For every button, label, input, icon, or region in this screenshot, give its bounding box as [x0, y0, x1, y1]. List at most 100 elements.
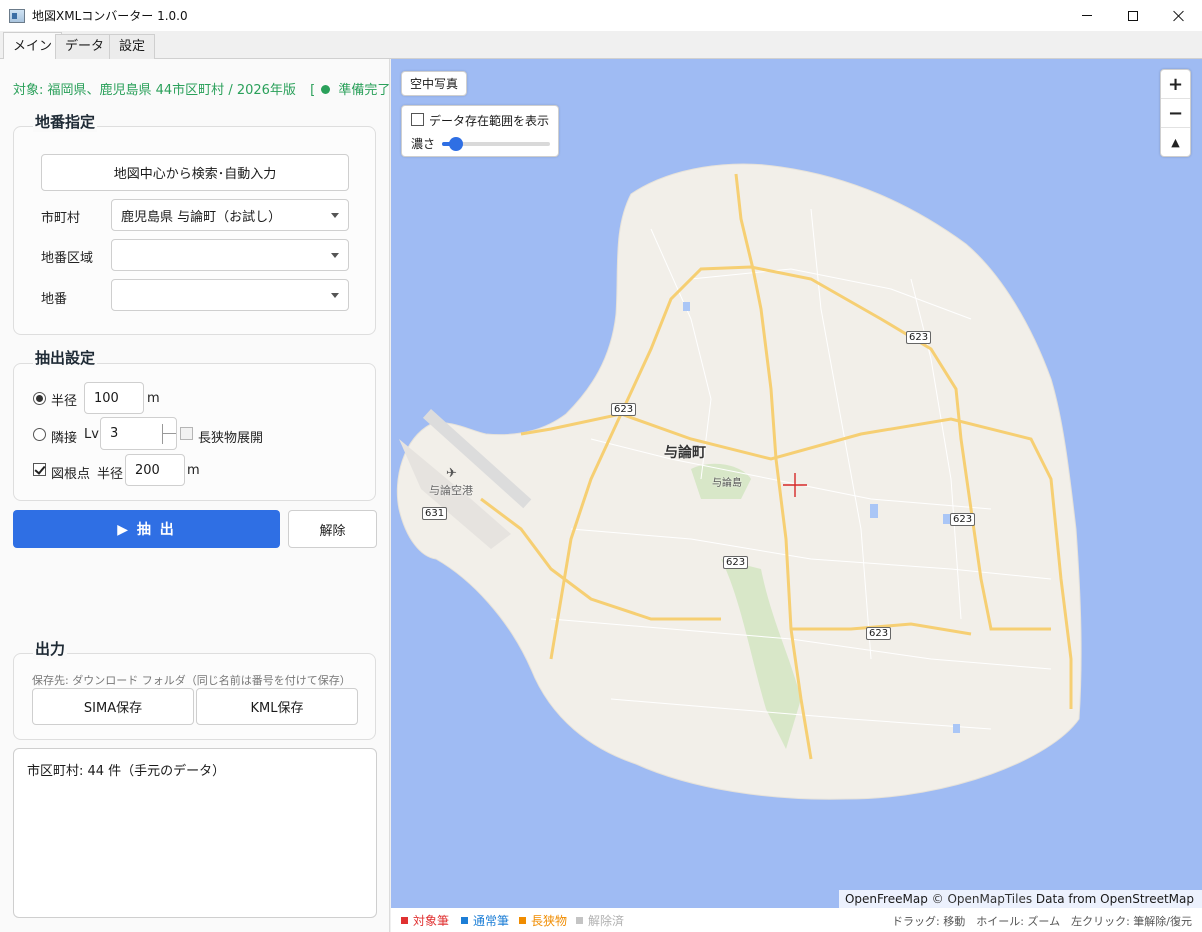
tab-main[interactable]: メイン [3, 32, 63, 60]
control-panel: 対象: 福岡県、鹿児島県 44市区町村 / 2026年版 [ 準備完了 地番指定… [0, 59, 390, 932]
tab-bar: メイン データ 設定 [0, 31, 1202, 60]
chevron-down-icon [331, 293, 339, 298]
ready-indicator-icon [321, 85, 331, 94]
route-shield: 623 [866, 627, 892, 640]
legend-long: 長狭物 [519, 912, 567, 929]
compass-icon[interactable]: ▲ [1161, 128, 1190, 157]
ready-status: 準備完了 [338, 83, 391, 98]
opacity-slider-handle[interactable] [449, 137, 463, 151]
chevron-down-icon [331, 253, 339, 258]
zoom-out-button[interactable]: − [1161, 99, 1190, 128]
extract-button[interactable]: ▶ 抽 出 [13, 510, 280, 548]
route-shield: 623 [611, 403, 637, 416]
close-button[interactable] [1156, 0, 1202, 31]
minimize-icon [1082, 15, 1092, 16]
legend-target: 対象筆 [401, 912, 449, 929]
title-bar: 地図XMLコンバーター 1.0.0 [0, 0, 1202, 31]
adjacent-radio[interactable] [33, 428, 46, 441]
benchmark-radius-input[interactable]: 200 [125, 454, 185, 486]
window-controls [1064, 0, 1202, 31]
level-spinbox[interactable]: 3 [100, 417, 177, 450]
route-shield: 623 [950, 513, 976, 526]
help-text: ドラッグ: 移動 ホイール: ズーム 左クリック: 筆解除/復元 [892, 915, 1192, 928]
aerial-photo-button[interactable]: 空中写真 [401, 71, 467, 96]
zoom-control: + − ▲ [1160, 69, 1191, 157]
log-box: 市区町村: 44 件（手元のデータ） [13, 748, 377, 918]
island-label: 与論島 [712, 478, 742, 489]
long-expand-checkbox[interactable] [180, 427, 193, 440]
town-label: 与論町 [664, 445, 706, 461]
status-line: 対象: 福岡県、鹿児島県 44市区町村 / 2026年版 [ 準備完了 [13, 79, 390, 98]
attribution-openfreemap[interactable]: OpenFreeMap [845, 892, 928, 906]
kml-save-button[interactable]: KML保存 [196, 688, 358, 725]
tab-settings[interactable]: 設定 [109, 34, 156, 60]
legend-swatch-icon [576, 917, 583, 924]
extract-group-title: 抽出設定 [33, 347, 98, 368]
attribution-osm[interactable]: OpenStreetMap [1100, 892, 1194, 906]
legend-normal: 通常筆 [461, 912, 509, 929]
lot-select[interactable] [111, 279, 349, 311]
legend-cleared: 解除済 [576, 912, 624, 929]
legend-swatch-icon [519, 917, 526, 924]
coverage-label: データ存在範囲を表示 [429, 114, 550, 128]
lot-label: 地番 [41, 292, 68, 307]
spin-arrows-icon[interactable] [162, 424, 176, 444]
map-view[interactable]: ✈ 623 623 623 623 623 631 与論町 与論島 与論空港 空… [391, 59, 1202, 908]
radius-radio[interactable] [33, 392, 46, 405]
airport-label: 与論空港 [429, 484, 473, 497]
level-value: 3 [110, 426, 119, 441]
benchmark-radius-value: 200 [135, 462, 160, 478]
city-select[interactable]: 鹿児島県 与論町（お試し） [111, 199, 349, 231]
legend-swatch-icon [461, 917, 468, 924]
benchmark-radius-label: 半径 [97, 467, 124, 482]
attribution-openmaptiles: © OpenMapTiles [931, 892, 1033, 906]
log-text: 市区町村: 44 件（手元のデータ） [27, 764, 226, 779]
route-shield: 631 [422, 507, 448, 520]
benchmark-radius-unit: m [187, 463, 200, 478]
radius-value: 100 [94, 390, 119, 406]
minimize-button[interactable] [1064, 0, 1110, 31]
route-shield: 623 [906, 331, 932, 344]
map-attribution: OpenFreeMap © OpenMapTiles Data from Ope… [838, 890, 1202, 908]
maximize-button[interactable] [1110, 0, 1156, 31]
window-title: 地図XMLコンバーター 1.0.0 [32, 9, 188, 23]
parcel-group-title: 地番指定 [33, 111, 98, 132]
attribution-data-from: Data from [1035, 892, 1097, 906]
map-canvas[interactable]: ✈ [391, 59, 1202, 908]
save-destination-hint: 保存先: ダウンロード フォルダ（同じ名前は番号を付けて保存） [32, 674, 351, 687]
legend-swatch-icon [401, 917, 408, 924]
radius-label: 半径 [51, 394, 78, 409]
status-bracket: [ [310, 83, 316, 98]
tab-data[interactable]: データ [55, 34, 115, 60]
legend-target-label: 対象筆 [413, 914, 450, 928]
radius-unit: m [147, 391, 160, 406]
area-select[interactable] [111, 239, 349, 271]
airport-icon: ✈ [446, 466, 457, 481]
clear-button[interactable]: 解除 [288, 510, 377, 548]
chevron-down-icon [331, 213, 339, 218]
legend-long-label: 長狭物 [531, 914, 568, 928]
benchmark-label: 図根点 [51, 467, 91, 482]
area-label: 地番区域 [41, 251, 94, 266]
radius-input[interactable]: 100 [84, 382, 144, 414]
city-value: 鹿児島県 与論町（お試し） [121, 209, 282, 225]
level-label: Lv [84, 427, 99, 442]
legend-bar: 対象筆 通常筆 長狭物 解除済 ドラッグ: 移動 ホイール: ズーム 左クリック… [391, 908, 1202, 932]
app-icon [9, 8, 25, 23]
sima-save-button[interactable]: SIMA保存 [32, 688, 194, 725]
opacity-label: 濃さ [411, 137, 436, 151]
route-shield: 623 [723, 556, 749, 569]
zoom-in-button[interactable]: + [1161, 70, 1190, 99]
coverage-checkbox[interactable] [411, 113, 424, 126]
coverage-panel: データ存在範囲を表示 濃さ [401, 105, 559, 157]
legend-normal-label: 通常筆 [473, 914, 510, 928]
long-expand-label: 長狭物展開 [198, 431, 264, 446]
search-from-center-button[interactable]: 地図中心から検索･自動入力 [41, 154, 349, 191]
target-summary: 対象: 福岡県、鹿児島県 44市区町村 / 2026年版 [13, 83, 296, 98]
close-icon [1173, 10, 1185, 22]
benchmark-checkbox[interactable] [33, 463, 46, 476]
adjacent-label: 隣接 [51, 431, 78, 446]
city-label: 市町村 [41, 211, 81, 226]
opacity-slider[interactable] [442, 137, 550, 151]
legend-cleared-label: 解除済 [588, 914, 625, 928]
